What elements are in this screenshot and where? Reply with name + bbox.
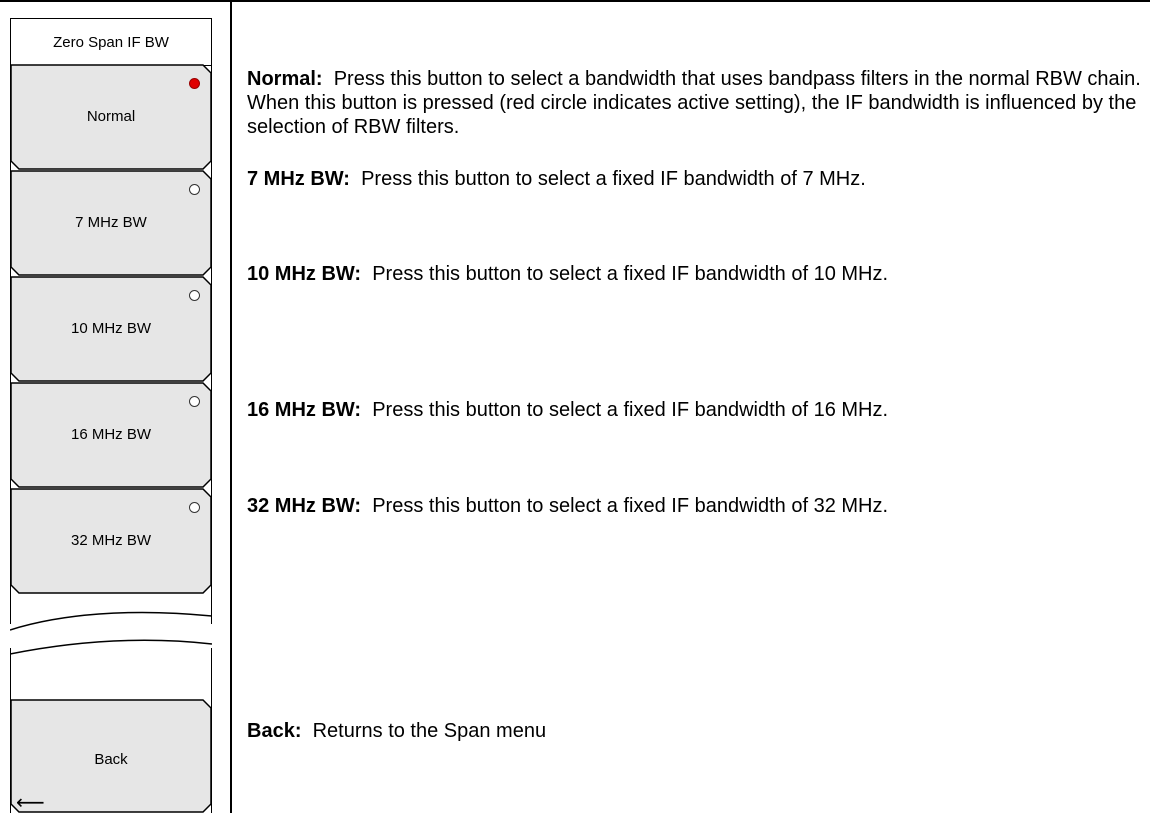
description-term: 10 MHz BW: (247, 263, 362, 285)
button-label: 16 MHz BW (70, 426, 151, 443)
description-text: Press this button to select a fixed IF b… (372, 495, 889, 517)
description-text: Press this button to select a fixed IF b… (372, 263, 889, 285)
menu-title: Zero Span IF BW (10, 18, 212, 66)
description-term: 16 MHz BW: (247, 399, 362, 421)
description-term: Back: (247, 720, 302, 742)
10mhz-bw-button[interactable]: 10 MHz BW (10, 276, 212, 382)
7mhz-bw-button[interactable]: 7 MHz BW (10, 170, 212, 276)
description-term: Normal: (247, 68, 323, 90)
active-indicator-icon (189, 78, 200, 89)
description-10mhz: 10 MHz BW: Press this button to select a… (247, 262, 1142, 286)
normal-button[interactable]: Normal (10, 64, 212, 170)
inactive-indicator-icon (189, 396, 200, 407)
inactive-indicator-icon (189, 502, 200, 513)
description-text: Returns to the Span menu (312, 720, 547, 742)
softkey-panel: Zero Span IF BW Normal 7 MHz BW 10 MHz B… (10, 18, 212, 813)
left-arrow-icon: ⟵ (16, 792, 45, 814)
button-label: 32 MHz BW (70, 532, 151, 549)
description-text: Press this button to select a fixed IF b… (361, 168, 866, 190)
button-label: Normal (86, 108, 136, 125)
button-label: 10 MHz BW (70, 320, 151, 337)
button-label: Back (94, 751, 128, 768)
panel-break-wave (10, 611, 212, 655)
16mhz-bw-button[interactable]: 16 MHz BW (10, 382, 212, 488)
description-16mhz: 16 MHz BW: Press this button to select a… (247, 398, 1142, 422)
description-text: Press this button to select a bandwidth … (247, 68, 1141, 138)
column-divider (230, 0, 232, 813)
description-term: 32 MHz BW: (247, 495, 362, 517)
description-32mhz: 32 MHz BW: Press this button to select a… (247, 494, 1142, 518)
inactive-indicator-icon (189, 184, 200, 195)
description-text: Press this button to select a fixed IF b… (372, 399, 889, 421)
description-normal: Normal: Press this button to select a ba… (247, 67, 1142, 139)
description-back: Back: Returns to the Span menu (247, 719, 1142, 743)
button-label: 7 MHz BW (75, 214, 147, 231)
32mhz-bw-button[interactable]: 32 MHz BW (10, 488, 212, 594)
inactive-indicator-icon (189, 290, 200, 301)
description-7mhz: 7 MHz BW: Press this button to select a … (247, 167, 1142, 191)
top-rule (0, 0, 1150, 2)
description-term: 7 MHz BW: (247, 168, 350, 190)
back-button[interactable]: Back ⟵ (10, 699, 212, 813)
